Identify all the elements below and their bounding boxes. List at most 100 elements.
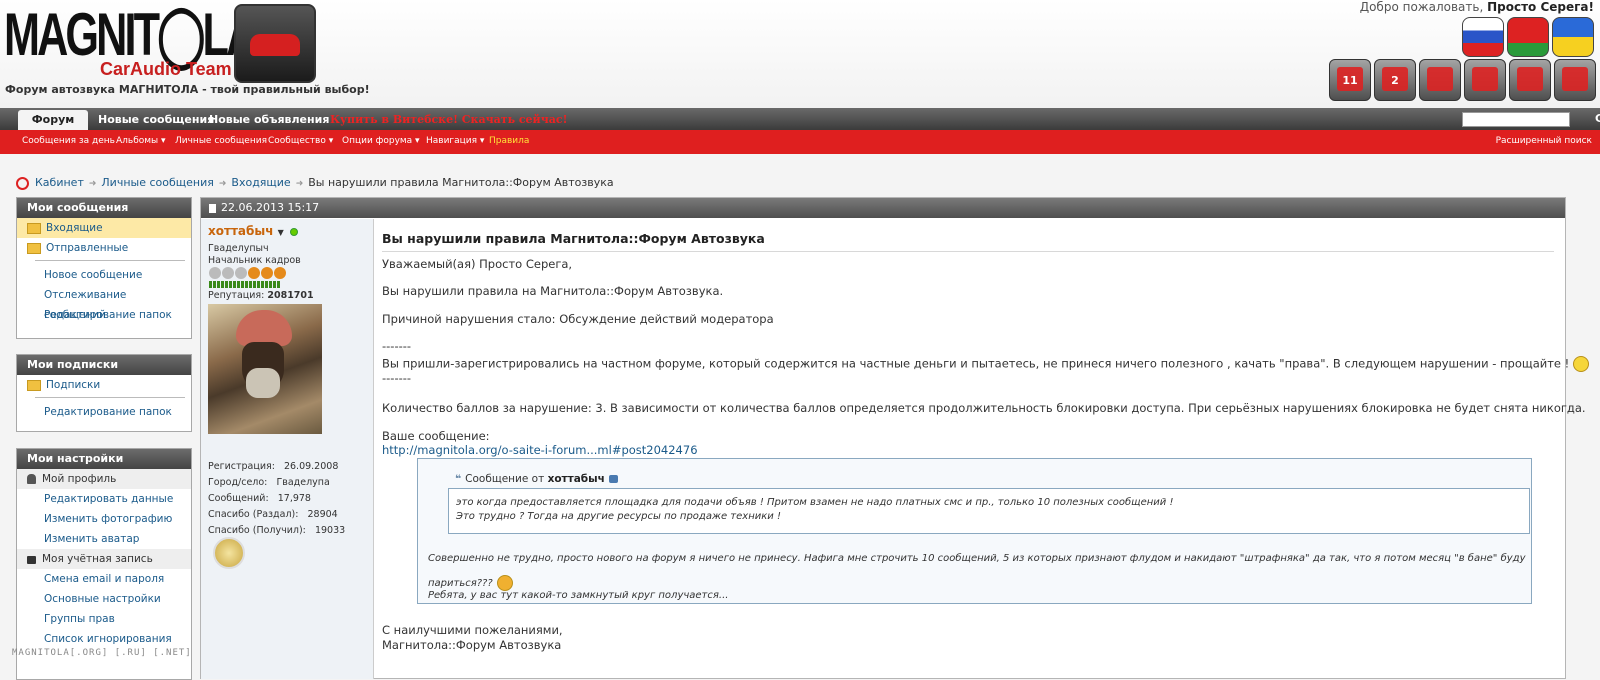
divider xyxy=(35,397,185,400)
notifications-icon[interactable]: 11 xyxy=(1329,59,1371,101)
folder-icon xyxy=(27,379,41,391)
subnav-private-messages[interactable]: Личные сообщения xyxy=(175,136,267,146)
logout-icon[interactable] xyxy=(1554,59,1596,101)
author-name[interactable]: хоттабыч ▼ xyxy=(208,224,298,238)
folder-icon xyxy=(27,242,41,254)
stat-label: Спасибо (Раздал): xyxy=(208,509,299,520)
reputation-bar xyxy=(209,281,280,288)
stat-value: 26.09.2008 xyxy=(283,461,339,472)
private-message-post: 22.06.2013 15:17 хоттабыч ▼ Гваделупыч На… xyxy=(200,197,1590,679)
message-line: ------- xyxy=(382,339,412,353)
cart-count: 2 xyxy=(1391,73,1399,87)
subnav-albums[interactable]: Альбомы ▾ xyxy=(116,136,166,146)
rank-star-icon xyxy=(222,267,234,279)
stat-label: Спасибо (Получил): xyxy=(208,525,306,536)
language-switcher xyxy=(1462,17,1594,57)
quote-line: Ребята, у вас тут какой-то замкнутый кру… xyxy=(428,590,729,601)
sidebar-item-my-profile[interactable]: Мой профиль xyxy=(17,469,191,489)
monkey-smiley-icon xyxy=(496,575,513,591)
sidebar-item-email-password[interactable]: Смена email и пароля xyxy=(17,569,191,589)
message-line: Вы нарушили правила на Магнитола::Форум … xyxy=(382,284,724,298)
sidebar-item-edit-folders[interactable]: Редактирование папок xyxy=(17,402,191,422)
sidebar-item-change-photo[interactable]: Изменить фотографию xyxy=(17,509,191,529)
sidebar-item-main-settings[interactable]: Основные настройки xyxy=(17,589,191,609)
tab-forum[interactable]: Форум xyxy=(18,110,88,130)
breadcrumb-current: Вы нарушили правила Магнитола::Форум Авт… xyxy=(308,176,614,189)
site-logo[interactable]: MAGNIT◯LA CarAudio Team xyxy=(4,4,316,84)
home-icon[interactable] xyxy=(16,176,29,190)
reputation-label-text: Репутация: xyxy=(208,290,265,301)
by-flag-icon[interactable] xyxy=(1507,17,1549,57)
sidebar-item-edit-folders[interactable]: Редактирование папок xyxy=(17,305,191,325)
subnav-forum-options[interactable]: Опции форума ▾ xyxy=(342,136,420,146)
search-button[interactable]: С xyxy=(1595,112,1600,125)
nested-quote: это когда предоставляется площадка для п… xyxy=(448,488,1530,534)
sidebar-item-new-message[interactable]: Новое сообщение xyxy=(17,265,191,285)
sidebar-item-label: Входящие xyxy=(46,222,103,234)
breadcrumb-inbox[interactable]: Входящие xyxy=(231,176,290,189)
sidebar-item-tracking[interactable]: Отслеживание сообщений xyxy=(17,285,191,321)
stat-value: 28904 xyxy=(307,509,338,520)
rank-star-icon xyxy=(248,267,260,279)
divider xyxy=(382,251,1554,252)
view-post-icon[interactable] xyxy=(608,475,618,483)
sidebar-item-subscriptions[interactable]: Подписки xyxy=(17,375,191,395)
breadcrumb-private-messages[interactable]: Личные сообщения xyxy=(101,176,213,189)
ru-flag-icon[interactable] xyxy=(1462,17,1504,57)
my-messages-panel: Мои сообщения Входящие Отправленные Ново… xyxy=(16,197,192,339)
rank-star-icon xyxy=(235,267,247,279)
lock-icon xyxy=(27,556,36,564)
signoff-line: Магнитола::Форум Автозвука xyxy=(382,638,562,652)
quote-block: ❝ Сообщение от хоттабыч это когда предост… xyxy=(417,458,1532,604)
subnav-today-posts[interactable]: Сообщения за день xyxy=(22,136,115,146)
sidebar-item-label: Мой профиль xyxy=(42,473,117,485)
advanced-search-link[interactable]: Расширенный поиск xyxy=(1496,136,1592,146)
author-custom-title: Гваделупыч xyxy=(208,243,269,254)
search-input[interactable] xyxy=(1462,112,1570,127)
cart-icon[interactable]: 2 xyxy=(1374,59,1416,101)
stat-value: 17,978 xyxy=(277,493,311,504)
sidebar-item-my-account[interactable]: Моя учётная запись xyxy=(17,549,191,569)
sidebar-item-edit-data[interactable]: Редактировать данные xyxy=(17,489,191,509)
rank-star-icon xyxy=(209,267,221,279)
promo-link[interactable]: Купить в Витебске! Скачать сейчас! xyxy=(320,110,577,130)
stat-value: Гваделупа xyxy=(276,477,330,488)
rank-stars xyxy=(209,267,286,279)
sidebar-item-inbox[interactable]: Входящие xyxy=(17,218,191,238)
mail-icon[interactable] xyxy=(1464,59,1506,101)
chevron-down-icon[interactable]: ▼ xyxy=(278,228,284,237)
sidebar-item-change-avatar[interactable]: Изменить аватар xyxy=(17,529,191,549)
profile-icon[interactable] xyxy=(1509,59,1551,101)
author-stats: Регистрация: 26.09.2008 Город/село: Гвад… xyxy=(208,459,345,539)
post-link[interactable]: http://magnitola.org/o-saite-i-forum...m… xyxy=(382,443,698,457)
my-subscriptions-panel: Мои подписки Подписки Редактирование пап… xyxy=(16,354,192,432)
site-watermark: MAGNITOLA[.ORG] [.RU] [.NET] xyxy=(12,648,192,658)
sidebar-item-permission-groups[interactable]: Группы прав xyxy=(17,609,191,629)
quote-line: париться??? xyxy=(428,575,513,591)
breadcrumb-cabinet[interactable]: Кабинет xyxy=(35,176,84,189)
subnav-rules[interactable]: Правила xyxy=(489,136,529,146)
save-icon[interactable] xyxy=(1419,59,1461,101)
ua-flag-icon[interactable] xyxy=(1552,17,1594,57)
sidebar-item-sent[interactable]: Отправленные xyxy=(17,238,191,258)
rank-star-icon xyxy=(274,267,286,279)
sidebar-item-ignore-list[interactable]: Список игнорирования xyxy=(17,629,191,649)
stat-label: Сообщений: xyxy=(208,493,269,504)
my-settings-panel: Мои настройки Мой профиль Редактировать … xyxy=(16,448,192,680)
person-icon xyxy=(27,474,36,484)
signoff-line: С наилучшими пожеланиями, xyxy=(382,623,563,637)
message-line: Вы пришли-зарегистрировались на частном … xyxy=(382,356,1590,372)
quote-author[interactable]: хоттабыч xyxy=(548,473,605,485)
tab-new-ads[interactable]: Новые объявления xyxy=(199,110,339,130)
folder-icon xyxy=(27,222,41,234)
welcome-text: Добро пожаловать, Просто Серега! xyxy=(1360,0,1594,14)
avatar[interactable] xyxy=(208,304,322,434)
welcome-prefix: Добро пожаловать, xyxy=(1359,0,1484,14)
message-line: Ваше сообщение: xyxy=(382,429,490,443)
subnav-community[interactable]: Сообщество ▾ xyxy=(268,136,333,146)
welcome-username[interactable]: Просто Серега! xyxy=(1487,0,1594,14)
quote-line: Совершенно не трудно, просто нового на ф… xyxy=(428,553,1526,564)
nested-quote-line: это когда предоставляется площадка для п… xyxy=(456,497,1174,508)
breadcrumb-separator-icon: ➜ xyxy=(218,179,227,189)
subnav-navigation[interactable]: Навигация ▾ xyxy=(426,136,484,146)
